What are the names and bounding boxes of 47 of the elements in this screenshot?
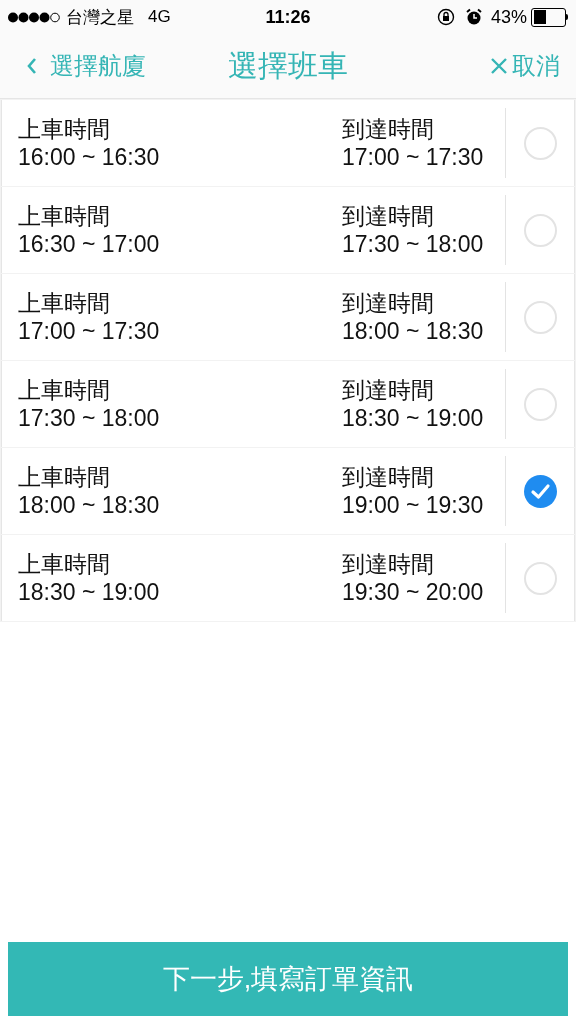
alarm-icon <box>464 8 483 26</box>
battery-percent: 43% <box>490 6 527 28</box>
radio-icon[interactable] <box>523 300 557 334</box>
radio-icon[interactable] <box>523 213 557 247</box>
depart-label: 上車時間 <box>18 202 111 230</box>
depart-label: 上車時間 <box>18 115 111 143</box>
arrive-label: 到達時間 <box>342 550 435 578</box>
page-title: 選擇班車 <box>228 47 348 84</box>
depart-time: 16:30 ~ 17:00 <box>18 230 161 258</box>
rotation-lock-icon <box>436 8 455 26</box>
arrive-time: 19:30 ~ 20:00 <box>342 578 485 606</box>
radio-icon[interactable] <box>523 387 557 421</box>
depart-time: 18:30 ~ 19:00 <box>18 578 161 606</box>
trip-row[interactable]: 上車時間 16:00 ~ 16:30 到達時間 17:00 ~ 17:30 <box>1 100 575 186</box>
arrive-label: 到達時間 <box>342 376 435 404</box>
status-time: 11:26 <box>265 6 311 28</box>
depart-label: 上車時間 <box>18 550 111 578</box>
arrive-time: 17:30 ~ 18:00 <box>342 230 485 258</box>
trip-row[interactable]: 上車時間 16:30 ~ 17:00 到達時間 17:30 ~ 18:00 <box>1 187 575 273</box>
arrive-time: 18:00 ~ 18:30 <box>342 317 485 345</box>
trip-row[interactable]: 上車時間 18:30 ~ 19:00 到達時間 19:30 ~ 20:00 <box>1 535 575 621</box>
depart-time: 17:30 ~ 18:00 <box>18 404 161 432</box>
trip-row[interactable]: 上車時間 18:00 ~ 18:30 到達時間 19:00 ~ 19:30 <box>1 448 575 534</box>
arrive-label: 到達時間 <box>342 289 435 317</box>
trip-row[interactable]: 上車時間 17:00 ~ 17:30 到達時間 18:00 ~ 18:30 <box>1 274 575 360</box>
signal-icon <box>8 11 60 23</box>
depart-time: 17:00 ~ 17:30 <box>18 317 161 345</box>
depart-label: 上車時間 <box>18 289 111 317</box>
depart-label: 上車時間 <box>18 463 111 491</box>
depart-time: 16:00 ~ 16:30 <box>18 143 161 171</box>
radio-icon[interactable] <box>523 561 557 595</box>
close-icon <box>490 57 508 75</box>
chevron-left-icon <box>26 57 38 75</box>
network-type: 4G <box>148 7 171 27</box>
arrive-label: 到達時間 <box>342 202 435 230</box>
depart-time: 18:00 ~ 18:30 <box>18 491 161 519</box>
arrive-label: 到達時間 <box>342 115 435 143</box>
radio-icon[interactable] <box>523 126 557 160</box>
arrive-time: 19:00 ~ 19:30 <box>342 491 485 519</box>
arrive-time: 17:00 ~ 17:30 <box>342 143 485 171</box>
arrive-label: 到達時間 <box>342 463 435 491</box>
carrier-name: 台灣之星 <box>66 6 134 29</box>
depart-label: 上車時間 <box>18 376 111 404</box>
radio-checked-icon[interactable] <box>523 474 557 508</box>
trip-row[interactable]: 上車時間 17:30 ~ 18:00 到達時間 18:30 ~ 19:00 <box>1 361 575 447</box>
arrive-time: 18:30 ~ 19:00 <box>342 404 485 432</box>
battery-icon <box>531 7 568 27</box>
